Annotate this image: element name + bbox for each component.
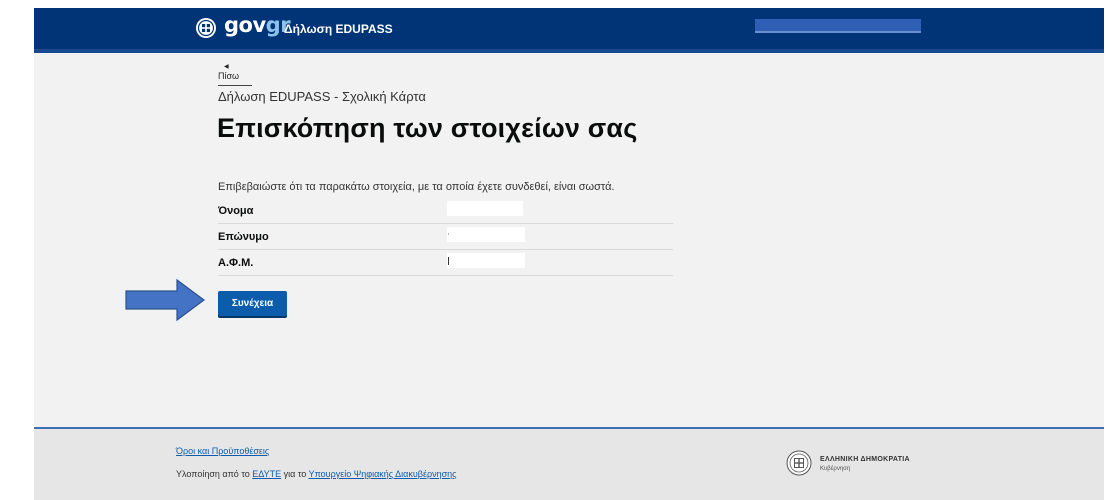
detail-label: Α.Φ.Μ. xyxy=(218,257,254,269)
edyte-link[interactable]: ΕΔΥΤΕ xyxy=(252,469,281,479)
service-header-title[interactable]: Δήλωση EDUPASS xyxy=(284,22,393,36)
page-title: Επισκόπηση των στοιχείων σας xyxy=(217,113,638,143)
credit-prefix: Υλοποίηση από το xyxy=(176,469,253,479)
intro-text: Επιβεβαιώστε ότι τα παρακάτω στοιχεία, μ… xyxy=(218,181,615,193)
chevron-left-icon: ◀ xyxy=(224,64,229,70)
detail-row-tax-id: Α.Φ.Μ. xyxy=(218,250,673,276)
greek-emblem-icon[interactable] xyxy=(786,450,812,476)
greek-emblem-icon[interactable] xyxy=(195,17,217,39)
continue-button[interactable]: Συνέχεια xyxy=(218,291,287,316)
detail-value-redacted xyxy=(447,201,523,216)
header-underline xyxy=(34,49,1104,53)
footer-credit: Υλοποίηση από το ΕΔΥΤΕ για το Υπουργείο … xyxy=(176,469,457,479)
detail-value-redacted xyxy=(447,253,525,268)
redaction-artifact xyxy=(448,233,449,235)
detail-value-redacted xyxy=(447,227,525,242)
details-list: Όνομα Επώνυμο Α.Φ.Μ. xyxy=(218,198,673,276)
credit-middle: για το xyxy=(281,469,309,479)
back-link[interactable]: ◀Πίσω xyxy=(218,61,252,86)
arrow-right-icon xyxy=(125,278,205,322)
back-label: Πίσω xyxy=(218,71,240,81)
ministry-link[interactable]: Υπουργείο Ψηφιακής Διακυβέρνησης xyxy=(309,469,457,479)
detail-row-last-name: Επώνυμο xyxy=(218,224,673,250)
terms-link[interactable]: Όροι και Προϋποθέσεις xyxy=(176,446,269,456)
detail-row-first-name: Όνομα xyxy=(218,198,673,224)
detail-label: Επώνυμο xyxy=(218,231,269,243)
govgr-logo[interactable]: govgr xyxy=(224,13,291,37)
gov-subtitle: Κυβέρνηση xyxy=(820,466,851,472)
browser-viewport: govgr Δήλωση EDUPASS ◀Πίσω Δήλωση EDUPAS… xyxy=(34,8,1104,500)
gov-name: ΕΛΛΗΝΙΚΗ ΔΗΜΟΚΡΑΤΙΑ xyxy=(820,456,910,463)
service-name: Δήλωση EDUPASS - Σχολική Κάρτα xyxy=(218,89,426,104)
site-header: govgr Δήλωση EDUPASS xyxy=(34,8,1104,49)
redaction-artifact xyxy=(448,257,449,265)
detail-label: Όνομα xyxy=(218,205,254,217)
user-name-redacted[interactable] xyxy=(755,19,921,33)
site-footer: Όροι και Προϋποθέσεις Υλοποίηση από το Ε… xyxy=(34,429,1104,500)
